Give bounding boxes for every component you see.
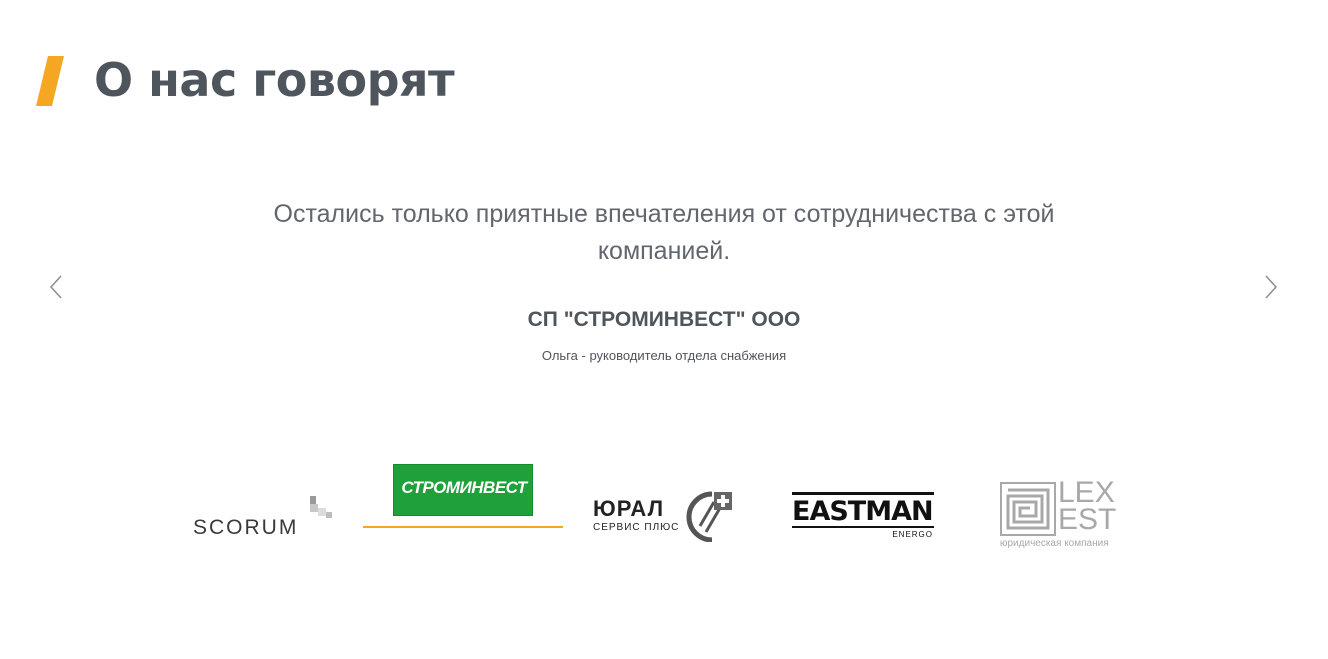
testimonial-slider: Остались только приятные впечателения от… [0, 190, 1328, 380]
strominvest-badge: СТРОМИНВЕСТ [393, 464, 533, 516]
logo-yural-subtext: СЕРВИС ПЛЮС [593, 522, 680, 533]
scorum-mark-icon [310, 496, 332, 518]
logo-lexest-line2: EST [1058, 503, 1117, 536]
yural-emblem-icon [686, 491, 732, 542]
logo-scorum-text: SCORUM [193, 516, 299, 539]
accent-slash-icon [36, 56, 64, 106]
logo-strominvest-text: СТРОМИНВЕСТ [401, 478, 527, 497]
logo-eastman-subtext: ENERGO [892, 530, 933, 539]
logo-scorum[interactable]: SCORUM [190, 494, 340, 544]
eastman-bottom-bar [792, 526, 934, 528]
testimonial-quote: Остались только приятные впечателения от… [273, 200, 1055, 265]
active-logo-indicator [363, 526, 563, 528]
logo-yural[interactable]: ЮРАЛ СЕРВИС ПЛЮС [590, 486, 740, 546]
logo-yural-text: ЮРАЛ [593, 496, 665, 521]
eastman-top-bar [792, 492, 934, 495]
maze-emblem-icon [1000, 482, 1056, 536]
logo-eastman[interactable]: EASTMAN ENERGO [792, 490, 937, 540]
logo-strominvest[interactable]: СТРОМИНВЕСТ [363, 458, 563, 528]
section-title: О нас говорят [94, 53, 455, 107]
next-slide-button[interactable] [1261, 274, 1281, 300]
logo-eastman-text: EASTMAN [792, 496, 934, 527]
chevron-right-icon [1265, 275, 1278, 299]
logo-lexest-subtext: юридическая компания [1000, 538, 1109, 549]
logo-lexest[interactable]: LEX EST юридическая компания [998, 478, 1138, 553]
prev-slide-button[interactable] [46, 274, 66, 300]
testimonial-company: СП "СТРОМИНВЕСТ" ООО [527, 308, 801, 331]
testimonial-person: Ольга - руководитель отдела снабжения [541, 348, 787, 363]
client-logos: SCORUM СТРОМИНВЕСТ ЮРАЛ СЕРВИС ПЛЮС EAST… [0, 458, 1328, 568]
chevron-left-icon [49, 275, 62, 299]
